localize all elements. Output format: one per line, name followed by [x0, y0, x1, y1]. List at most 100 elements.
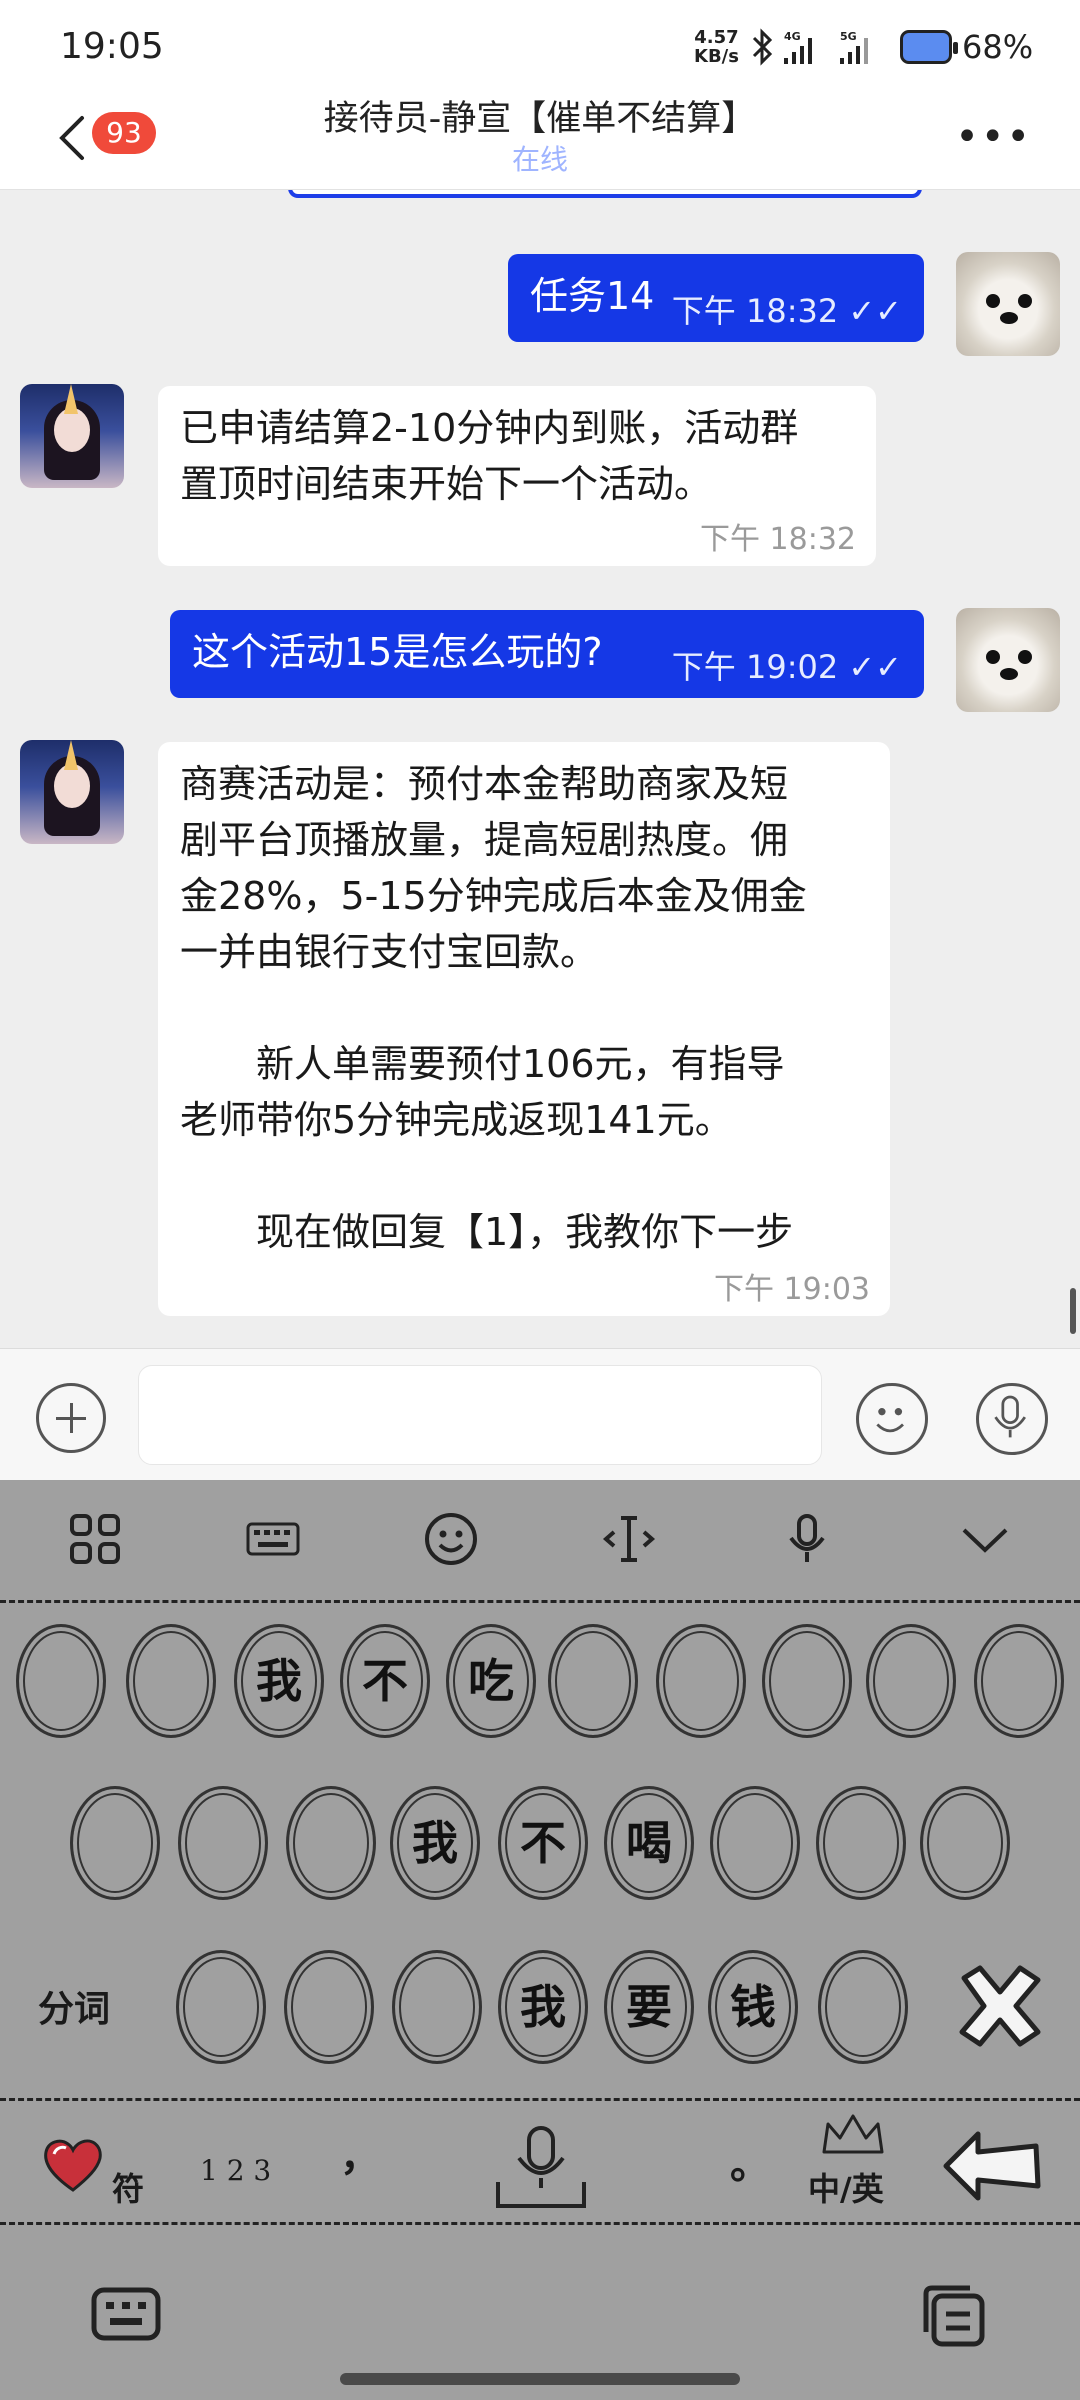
- clock: 19:05: [60, 26, 164, 67]
- keyboard: [0, 1480, 1080, 2400]
- keyboard-key[interactable]: [392, 1950, 482, 2064]
- my-avatar[interactable]: [956, 252, 1060, 356]
- collapse-icon[interactable]: [956, 1510, 1014, 1568]
- previous-card-edge: [288, 190, 922, 198]
- keyboard-key[interactable]: 吃: [446, 1624, 536, 1738]
- message-line: 新人单需要预付106元，有指导: [180, 1042, 785, 1086]
- bluetooth-icon: [752, 28, 773, 66]
- message-outgoing[interactable]: 这个活动15是怎么玩的? 下午 19:02 ✓✓: [170, 610, 924, 698]
- message-line: 商赛活动是：预付本金帮助商家及短: [180, 762, 789, 806]
- delete-icon[interactable]: [950, 1958, 1050, 2054]
- keyboard-key[interactable]: [710, 1786, 800, 1900]
- divider: [0, 2222, 1080, 2225]
- message-text: 任务14: [530, 274, 655, 318]
- keyboard-key[interactable]: [866, 1624, 956, 1738]
- avatar-eye: [986, 294, 1000, 308]
- keyboard-layout-icon[interactable]: [244, 1510, 302, 1568]
- svg-text:4G: 4G: [784, 30, 801, 43]
- message-list[interactable]: 任务14 下午 18:32 ✓✓ 已申请结算2-10分钟内到账，活动群 置顶时间…: [0, 190, 1080, 1348]
- message-meta: 下午 18:32: [700, 522, 856, 557]
- battery-percent: 68%: [962, 28, 1034, 66]
- more-options-icon[interactable]: •••: [955, 117, 1032, 157]
- keyboard-key[interactable]: [176, 1950, 266, 2064]
- add-attachment-icon[interactable]: [36, 1383, 106, 1453]
- message-input[interactable]: [138, 1365, 822, 1465]
- keyboard-key[interactable]: 我: [498, 1950, 588, 2064]
- emoji-icon[interactable]: [422, 1510, 480, 1568]
- keyboard-key[interactable]: [816, 1786, 906, 1900]
- comma-key[interactable]: ，: [340, 2124, 380, 2182]
- period-key[interactable]: 。: [730, 2132, 770, 2190]
- message-meta: 下午 19:03: [714, 1272, 870, 1307]
- clipboard-icon[interactable]: [918, 2282, 988, 2348]
- crown-icon: [822, 2114, 884, 2154]
- my-avatar[interactable]: [956, 608, 1060, 712]
- home-indicator[interactable]: [340, 2373, 740, 2385]
- keyboard-key[interactable]: [178, 1786, 268, 1900]
- keyboard-key[interactable]: 我: [234, 1624, 324, 1738]
- space-voice-icon[interactable]: [494, 2122, 588, 2212]
- status-bar: 19:05 4.57 KB/s 4G 5G 68%: [0, 0, 1080, 90]
- keyboard-key[interactable]: [548, 1624, 638, 1738]
- keyboard-key[interactable]: [70, 1786, 160, 1900]
- contact-avatar[interactable]: [20, 384, 124, 488]
- keyboard-key[interactable]: 要: [604, 1950, 694, 2064]
- keyboard-key[interactable]: 喝: [604, 1786, 694, 1900]
- keyboard-key[interactable]: 我: [390, 1786, 480, 1900]
- chat-title: 接待员-静宣【催单不结算】: [323, 99, 757, 139]
- scrollbar-thumb[interactable]: [1070, 1288, 1076, 1334]
- online-status: 在线: [511, 143, 568, 176]
- message-line: 老师带你5分钟完成返现141元。: [180, 1098, 733, 1142]
- keyboard-key[interactable]: 不: [498, 1786, 588, 1900]
- avatar-nose: [1000, 668, 1018, 680]
- emoji-icon[interactable]: [856, 1383, 928, 1455]
- keyboard-toolbar: [0, 1480, 1080, 1598]
- keyboard-switch-icon[interactable]: [90, 2284, 162, 2344]
- message-incoming[interactable]: 商赛活动是：预付本金帮助商家及短 剧平台顶播放量，提高短剧热度。佣 金28%，5…: [158, 742, 890, 1316]
- avatar-eye: [986, 650, 1000, 664]
- signal-icons: 4G 5G: [752, 28, 868, 66]
- heart-icon[interactable]: [40, 2134, 106, 2194]
- keyboard-key[interactable]: [16, 1624, 106, 1738]
- message-line: [180, 980, 807, 1036]
- contact-avatar[interactable]: [20, 740, 124, 844]
- battery-icon: [900, 30, 958, 64]
- grid-icon[interactable]: [66, 1510, 124, 1568]
- keyboard-key[interactable]: 不: [340, 1624, 430, 1738]
- message-incoming[interactable]: 已申请结算2-10分钟内到账，活动群 置顶时间结束开始下一个活动。 下午 18:…: [158, 386, 876, 566]
- message-text: 这个活动15是怎么玩的?: [192, 630, 603, 674]
- cursor-icon[interactable]: [600, 1510, 658, 1568]
- message-text: 已申请结算2-10分钟内到账，活动群 置顶时间结束开始下一个活动。: [180, 400, 798, 512]
- keyboard-key[interactable]: [762, 1624, 852, 1738]
- voice-input-icon[interactable]: [976, 1383, 1048, 1455]
- enter-arrow-icon[interactable]: [940, 2124, 1044, 2206]
- language-switch-key[interactable]: 中/英: [808, 2164, 884, 2210]
- network-speed-value: 4.57: [694, 27, 739, 48]
- message-meta: 下午 18:32 ✓✓: [671, 292, 902, 330]
- keyboard-key[interactable]: [656, 1624, 746, 1738]
- message-line: 一并由银行支付宝回款。: [180, 930, 599, 974]
- keyboard-key[interactable]: [126, 1624, 216, 1738]
- message-text: 商赛活动是：预付本金帮助商家及短 剧平台顶播放量，提高短剧热度。佣 金28%，5…: [180, 756, 807, 1260]
- avatar-eye: [1018, 650, 1032, 664]
- avatar-tower: [64, 740, 78, 770]
- number-key[interactable]: 1 2 3: [200, 2154, 271, 2187]
- message-line: [180, 1148, 807, 1204]
- word-segment-key[interactable]: 分词: [38, 1980, 110, 2032]
- keyboard-key[interactable]: [920, 1786, 1010, 1900]
- avatar-tower: [64, 384, 78, 414]
- keyboard-key[interactable]: [286, 1786, 376, 1900]
- divider: [0, 1600, 1080, 1603]
- svg-text:5G: 5G: [840, 30, 857, 43]
- mic-icon[interactable]: [778, 1510, 836, 1568]
- keyboard-key[interactable]: 钱: [708, 1950, 798, 2064]
- symbol-key[interactable]: 符: [112, 2164, 144, 2210]
- keyboard-key[interactable]: [284, 1950, 374, 2064]
- chat-header: 93 接待员-静宣【催单不结算】 在线 •••: [0, 90, 1080, 190]
- signal-5g-icon: 5G: [840, 30, 868, 64]
- signal-4g-icon: 4G: [784, 30, 812, 64]
- message-outgoing[interactable]: 任务14 下午 18:32 ✓✓: [508, 254, 924, 342]
- keyboard-key[interactable]: [818, 1950, 908, 2064]
- keyboard-key[interactable]: [974, 1624, 1064, 1738]
- compose-bar: [0, 1348, 1080, 1480]
